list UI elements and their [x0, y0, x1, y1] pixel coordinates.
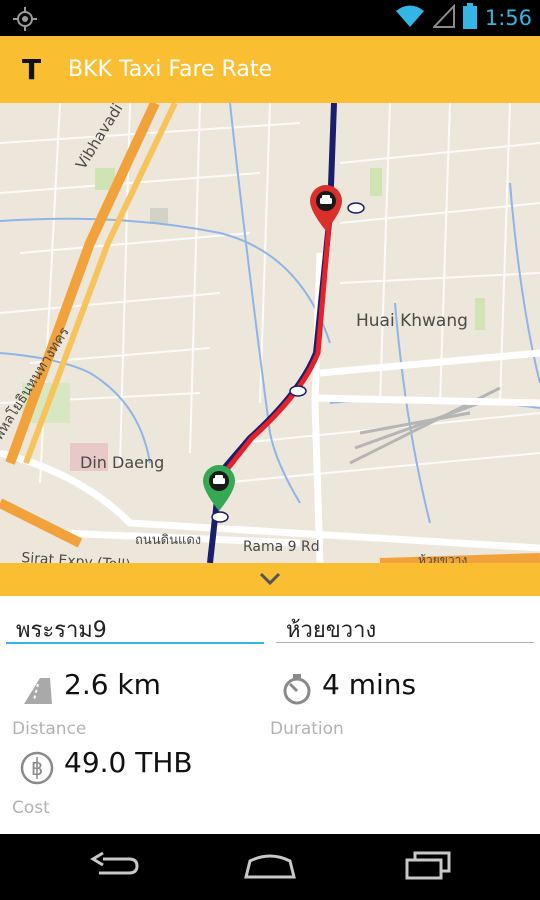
timer-icon — [280, 672, 314, 710]
distance-value: 2.6 km — [64, 668, 161, 701]
home-button[interactable] — [230, 844, 310, 890]
home-icon — [242, 851, 298, 883]
wifi-icon — [395, 4, 425, 32]
back-button[interactable] — [74, 844, 154, 890]
cost-value: 49.0 THB — [64, 746, 193, 779]
origin-pin-icon — [203, 465, 235, 511]
baht-coin-icon: B — [20, 751, 54, 789]
collapse-handle[interactable] — [0, 563, 540, 596]
duration-value: 4 mins — [322, 668, 417, 701]
battery-icon — [462, 3, 477, 33]
distance-icon — [20, 672, 56, 712]
app-title: BKK Taxi Fare Rate — [68, 57, 272, 82]
app-bar: T BKK Taxi Fare Rate — [0, 36, 540, 103]
status-time: 1:56 — [484, 6, 532, 30]
destination-pin-icon — [310, 185, 342, 231]
map-label-bottom-right: ห้วยขวาง — [418, 553, 468, 563]
metro-station-icon — [211, 202, 365, 523]
signal-icon — [431, 3, 455, 32]
destination-field-underline — [276, 642, 534, 643]
route-map[interactable]: Vibhavadi Rangsit พหลโยธินหนทางทคร Din D… — [0, 103, 540, 563]
map-label-huai-khwang: Huai Khwang — [356, 311, 468, 331]
origin-field-underline — [6, 642, 264, 644]
duration-label: Duration — [270, 719, 344, 739]
cost-label: Cost — [12, 798, 50, 818]
system-nav-bar — [0, 834, 540, 900]
map-label-din-daeng: Din Daeng — [80, 453, 165, 472]
app-logo[interactable]: T — [22, 53, 60, 86]
recent-apps-button[interactable] — [388, 844, 468, 890]
recent-apps-icon — [403, 850, 453, 884]
map-label-din-daeng-road: ถนนดินแดง — [135, 533, 202, 548]
map-canvas — [0, 103, 540, 563]
map-label-rama9: Rama 9 Rd — [243, 539, 320, 555]
distance-label: Distance — [12, 719, 87, 739]
chevron-down-icon[interactable] — [258, 571, 282, 591]
back-icon — [89, 851, 139, 883]
status-bar: 1:56 — [0, 0, 540, 36]
gps-icon — [12, 6, 38, 36]
